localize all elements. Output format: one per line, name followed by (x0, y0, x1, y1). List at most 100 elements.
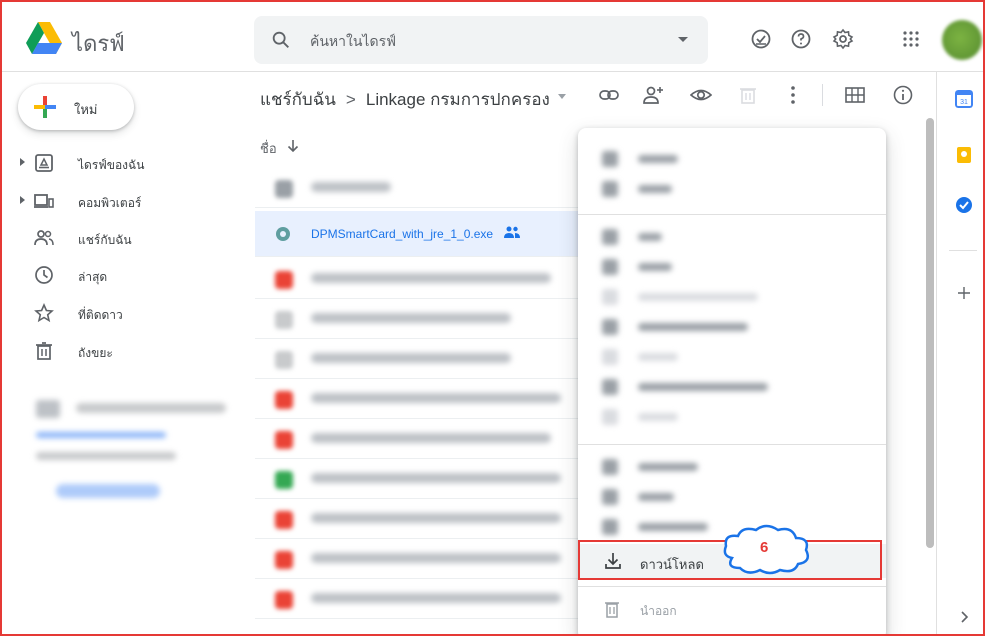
search-input[interactable]: ค้นหาในไดรฟ์ (310, 31, 396, 53)
info-icon[interactable] (892, 84, 914, 106)
help-icon[interactable] (790, 28, 812, 50)
folder-menu-chevron-down-icon[interactable] (558, 94, 566, 99)
breadcrumb-separator: > (345, 90, 356, 109)
name-column-header[interactable]: ชื่อ (260, 138, 277, 159)
file-row[interactable] (255, 299, 585, 339)
step-number: 6 (760, 539, 769, 556)
file-row[interactable] (255, 579, 585, 619)
storage-bar (36, 432, 166, 438)
menu-item-blurred[interactable] (578, 144, 886, 174)
pdf-file-icon (275, 271, 293, 289)
menu-item-blurred[interactable] (578, 482, 886, 512)
sidebar-item-label: ถังขยะ (78, 346, 113, 360)
side-panel: 31 (936, 72, 985, 636)
file-row[interactable] (255, 339, 585, 379)
folder-icon (275, 180, 293, 198)
search-icon[interactable] (270, 29, 292, 51)
account-avatar[interactable] (942, 20, 982, 60)
menu-divider (578, 586, 886, 587)
pdf-file-icon (275, 591, 293, 609)
storage-label-blurred (76, 403, 226, 413)
breadcrumb-current-folder[interactable]: Linkage กรมการปกครอง (366, 90, 550, 109)
sidebar-item-label: ที่ติดดาว (78, 308, 123, 322)
menu-item-icon (602, 379, 618, 395)
selected-file-name: DPMSmartCard_with_jre_1_0.exe (311, 227, 494, 241)
trash-icon[interactable] (737, 84, 759, 106)
sidebar-item-label: ไดรฟ์ของฉัน (78, 158, 145, 172)
menu-item-text-blurred (638, 493, 674, 501)
menu-item-blurred[interactable] (578, 174, 886, 204)
menu-divider (578, 214, 886, 215)
file-row[interactable] (255, 539, 585, 579)
menu-item-blurred[interactable] (578, 282, 886, 312)
menu-item-blurred[interactable] (578, 222, 886, 252)
search-options-icon[interactable] (678, 37, 688, 42)
menu-item-blurred[interactable] (578, 372, 886, 402)
menu-item-icon (602, 489, 618, 505)
sidebar-item-recent[interactable]: ล่าสุด (0, 258, 240, 292)
menu-item-blurred[interactable] (578, 252, 886, 282)
top-bar: ไดรฟ์ ค้นหาในไดรฟ์ (0, 0, 985, 72)
menu-item-text-blurred (638, 233, 662, 241)
apps-grid-icon[interactable] (900, 28, 922, 50)
menu-item-icon (602, 259, 618, 275)
add-addon-plus-icon[interactable] (955, 284, 973, 302)
file-row[interactable] (255, 379, 585, 419)
file-name-blurred (311, 182, 391, 192)
computer-icon (34, 194, 54, 208)
menu-item-text-blurred (638, 323, 748, 331)
expand-arrow-icon[interactable] (20, 158, 25, 166)
menu-item-blurred[interactable] (578, 402, 886, 432)
sidebar-item-label: คอมพิวเตอร์ (78, 196, 142, 210)
app-title[interactable]: ไดรฟ์ (72, 26, 125, 61)
file-row[interactable] (255, 499, 585, 539)
sidebar-item-label: ล่าสุด (78, 270, 108, 284)
sidebar-item-shared[interactable]: แชร์กับฉัน (0, 221, 240, 255)
menu-item-icon (602, 289, 618, 305)
sidebar-item-my-drive[interactable]: ไดรฟ์ของฉัน (0, 146, 240, 180)
breadcrumb-root[interactable]: แชร์กับฉัน (260, 90, 336, 109)
keep-icon[interactable] (955, 146, 973, 164)
expand-panel-chevron-right-icon[interactable] (955, 608, 973, 626)
link-icon[interactable] (598, 84, 620, 106)
calendar-icon[interactable]: 31 (955, 90, 973, 108)
preview-eye-icon[interactable] (690, 84, 712, 106)
sidebar-item-label: แชร์กับฉัน (78, 233, 132, 247)
drive-logo-icon[interactable] (26, 22, 62, 54)
offline-status-icon[interactable] (750, 28, 772, 50)
search-bar[interactable]: ค้นหาในไดรฟ์ (254, 16, 708, 64)
sort-arrow-down-icon[interactable] (286, 139, 300, 153)
new-button[interactable]: ใหม่ (18, 84, 134, 130)
buy-storage-button[interactable] (56, 484, 160, 498)
menu-item-blurred[interactable] (578, 312, 886, 342)
sidebar-item-trash[interactable]: ถังขยะ (0, 334, 240, 368)
menu-item-icon (602, 319, 618, 335)
more-vert-icon[interactable] (782, 84, 804, 106)
expand-arrow-icon[interactable] (20, 196, 25, 204)
add-person-icon[interactable] (642, 84, 664, 106)
grid-view-icon[interactable] (844, 84, 866, 106)
menu-item-icon (602, 519, 618, 535)
my-drive-icon (35, 154, 53, 172)
file-row[interactable] (255, 419, 585, 459)
file-row[interactable] (255, 259, 585, 299)
file-icon (275, 311, 293, 329)
file-row[interactable] (255, 459, 585, 499)
sidebar-item-starred[interactable]: ที่ติดดาว (0, 296, 240, 330)
spreadsheet-file-icon (275, 471, 293, 489)
file-row[interactable] (255, 168, 585, 208)
menu-item-remove[interactable]: นำออก (578, 594, 886, 624)
file-name-blurred (311, 593, 561, 603)
menu-item-blurred[interactable] (578, 342, 886, 372)
trash-icon (605, 602, 619, 618)
menu-divider (578, 444, 886, 445)
shared-people-icon (504, 226, 520, 238)
tasks-icon[interactable] (955, 196, 973, 214)
menu-item-blurred[interactable] (578, 452, 886, 482)
settings-gear-icon[interactable] (832, 28, 854, 50)
sidebar-item-computers[interactable]: คอมพิวเตอร์ (0, 184, 240, 218)
file-row-selected[interactable]: DPMSmartCard_with_jre_1_0.exe (255, 211, 585, 257)
menu-item-text-blurred (638, 353, 678, 361)
breadcrumb: แชร์กับฉัน > Linkage กรมการปกครอง (260, 86, 550, 113)
list-scrollbar[interactable] (926, 118, 934, 548)
